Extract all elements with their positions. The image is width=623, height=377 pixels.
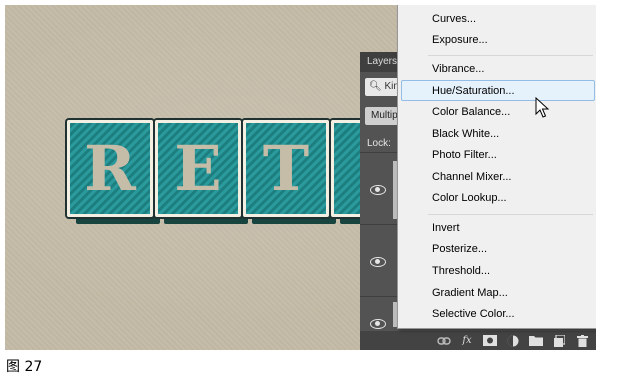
menu-separator [428,214,593,215]
menu-item-exposure[interactable]: Exposure... [398,30,596,51]
visibility-eye-icon[interactable] [370,257,386,267]
visibility-eye-icon[interactable] [370,319,386,329]
trash-icon[interactable] [575,334,589,347]
link-icon[interactable] [437,335,451,347]
figure-caption: 图 27 [6,359,43,375]
new-layer-icon[interactable] [552,334,566,347]
menu-item-photo-filter[interactable]: Photo Filter... [398,145,596,166]
menu-item-channel-mixer[interactable]: Channel Mixer... [398,167,596,188]
menu-item-gradient-map[interactable]: Gradient Map... [398,283,596,304]
layers-bottom-toolbar: fx [360,331,596,350]
menu-item-color-balance[interactable]: Color Balance... [398,102,596,123]
menu-item-invert[interactable]: Invert [398,218,596,239]
menu-item-curves[interactable]: Curves... [398,9,596,30]
menu-item-posterize[interactable]: Posterize... [398,239,596,260]
menu-item-color-lookup[interactable]: Color Lookup... [398,188,596,209]
menu-item-hue-saturation[interactable]: Hue/Saturation... [401,80,595,101]
menu-item-selective-color[interactable]: Selective Color... [398,304,596,325]
fx-icon[interactable]: fx [460,335,474,347]
search-icon: 🔍︎ [369,81,382,92]
letter-e-glyph: E [174,132,222,205]
visibility-eye-icon[interactable] [370,185,386,195]
menu-item-black-white[interactable]: Black White... [398,124,596,145]
adjustments-menu: Curves... Exposure... Vibrance... Hue/Sa… [397,5,596,329]
screenshot: R E T Layers 🔍︎ Kin Multip Lock: fx Curv… [5,5,596,350]
letter-e: E [155,120,248,224]
adjustment-icon[interactable] [506,335,520,347]
mask-icon[interactable] [483,335,497,347]
menu-separator [428,55,593,56]
menu-item-vibrance[interactable]: Vibrance... [398,59,596,80]
lock-label: Lock: [367,138,391,149]
folder-icon[interactable] [529,335,543,347]
letter-t: T [243,120,336,224]
letter-r-glyph: R [84,132,136,205]
letter-r: R [67,120,160,224]
menu-item-threshold[interactable]: Threshold... [398,261,596,282]
mouse-pointer-icon [535,97,550,118]
letter-t-glyph: T [262,132,310,205]
